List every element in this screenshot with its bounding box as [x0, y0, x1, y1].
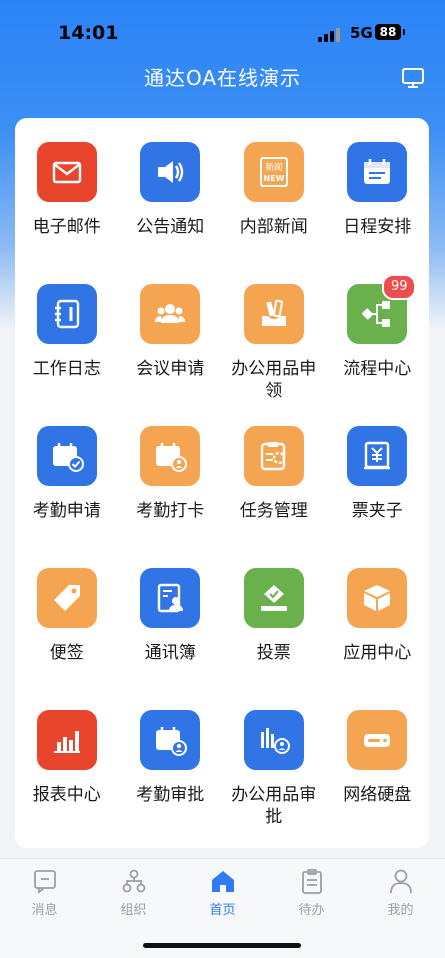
app-mail[interactable]: 电子邮件 [15, 142, 119, 284]
app-label: 办公用品审批 [231, 785, 317, 827]
app-grid: 电子邮件 公告通知 新闻 NEW 内部新闻 日程安排 工作日志 会议申请 办公用… [15, 142, 429, 852]
supplies-approve-icon [243, 710, 304, 770]
app-label: 电子邮件 [32, 217, 101, 237]
home-icon [211, 871, 234, 892]
app-meeting[interactable]: 会议申请 [119, 284, 223, 426]
app-label: 任务管理 [239, 501, 308, 521]
app-label: 便签 [49, 643, 84, 663]
app-label: 通讯簿 [144, 643, 196, 663]
app-label: 内部新闻 [239, 217, 308, 237]
app-label: 投票 [256, 643, 291, 663]
app-report-center[interactable]: 报表中心 [15, 710, 119, 852]
app-supplies-request[interactable]: 办公用品申领 [222, 284, 326, 426]
home-indicator [143, 943, 301, 948]
app-label: 票夹子 [351, 501, 403, 521]
app-news[interactable]: 新闻 NEW 内部新闻 [222, 142, 326, 284]
signal-icon [318, 26, 344, 42]
status-bar: 14:01 5G 88 [0, 0, 445, 60]
battery-icon: 88 [375, 24, 405, 40]
contacts-icon [140, 568, 201, 628]
vote-icon [243, 568, 304, 628]
news-icon-text: NEW [263, 174, 284, 183]
tab-organization[interactable]: 组织 [89, 867, 178, 918]
tab-label: 消息 [31, 903, 58, 918]
app-label: 办公用品申领 [231, 359, 317, 401]
app-task-management[interactable]: 任务管理 [222, 426, 326, 568]
tab-home[interactable]: 首页 [178, 867, 267, 918]
status-time: 14:01 [58, 22, 119, 44]
calendar-check-icon [36, 426, 97, 486]
notification-badge: 99 [382, 274, 417, 300]
app-label: 工作日志 [32, 359, 101, 379]
app-label: 网络硬盘 [343, 785, 412, 805]
page-title: 通达OA在线演示 [143, 66, 302, 90]
calendar-user-icon [140, 426, 201, 486]
tab-messages[interactable]: 消息 [0, 867, 89, 918]
app-attendance-approval[interactable]: 考勤审批 [119, 710, 223, 852]
news-icon: 新闻 NEW [243, 142, 304, 202]
tag-icon [36, 568, 97, 628]
profile-icon [389, 869, 412, 894]
clipboard-icon [301, 869, 322, 894]
app-app-center[interactable]: 应用中心 [326, 568, 430, 710]
app-schedule[interactable]: 日程安排 [326, 142, 430, 284]
bar-chart-icon [36, 710, 97, 770]
tab-label: 组织 [120, 903, 147, 918]
app-label: 考勤申请 [32, 501, 101, 521]
app-clock-in[interactable]: 考勤打卡 [119, 426, 223, 568]
app-label: 报表中心 [32, 785, 101, 805]
app-label: 考勤打卡 [136, 501, 205, 521]
app-network-drive[interactable]: 网络硬盘 [326, 710, 430, 852]
tab-label: 我的 [387, 903, 414, 918]
mail-icon [36, 142, 97, 202]
app-work-log[interactable]: 工作日志 [15, 284, 119, 426]
box-icon [347, 568, 408, 628]
app-label: 日程安排 [343, 217, 412, 237]
notebook-icon [36, 284, 97, 344]
calendar-icon [347, 142, 408, 202]
app-flow-center[interactable]: 99 流程中心 [326, 274, 430, 426]
tab-profile[interactable]: 我的 [356, 867, 445, 918]
drive-icon [347, 710, 408, 770]
app-label: 应用中心 [343, 643, 412, 663]
network-type: 5G [350, 24, 373, 42]
group-icon [140, 284, 201, 344]
ticket-icon [347, 426, 408, 486]
tab-label: 首页 [209, 903, 236, 918]
supplies-icon [243, 284, 304, 344]
app-grid-card: 电子邮件 公告通知 新闻 NEW 内部新闻 日程安排 工作日志 会议申请 办公用… [15, 118, 429, 848]
org-icon [122, 869, 145, 893]
message-icon [33, 870, 56, 894]
app-label: 会议申请 [136, 359, 205, 379]
app-attendance-request[interactable]: 考勤申请 [15, 426, 119, 568]
app-label: 公告通知 [136, 217, 205, 237]
monitor-icon[interactable] [401, 66, 425, 90]
app-ticket-folder[interactable]: 票夹子 [326, 426, 430, 568]
tab-todo[interactable]: 待办 [267, 867, 356, 918]
app-announcement[interactable]: 公告通知 [119, 142, 223, 284]
flow-icon: 99 [347, 274, 417, 344]
task-icon [243, 426, 304, 486]
calendar-user-icon [140, 710, 201, 770]
app-vote[interactable]: 投票 [222, 568, 326, 710]
tab-label: 待办 [298, 903, 325, 918]
app-sticky-note[interactable]: 便签 [15, 568, 119, 710]
app-address-book[interactable]: 通讯簿 [119, 568, 223, 710]
speaker-icon [140, 142, 201, 202]
app-supplies-approval[interactable]: 办公用品审批 [222, 710, 326, 852]
app-label: 流程中心 [343, 359, 412, 379]
app-label: 考勤审批 [136, 785, 205, 805]
news-icon-text: 新闻 [265, 162, 282, 173]
